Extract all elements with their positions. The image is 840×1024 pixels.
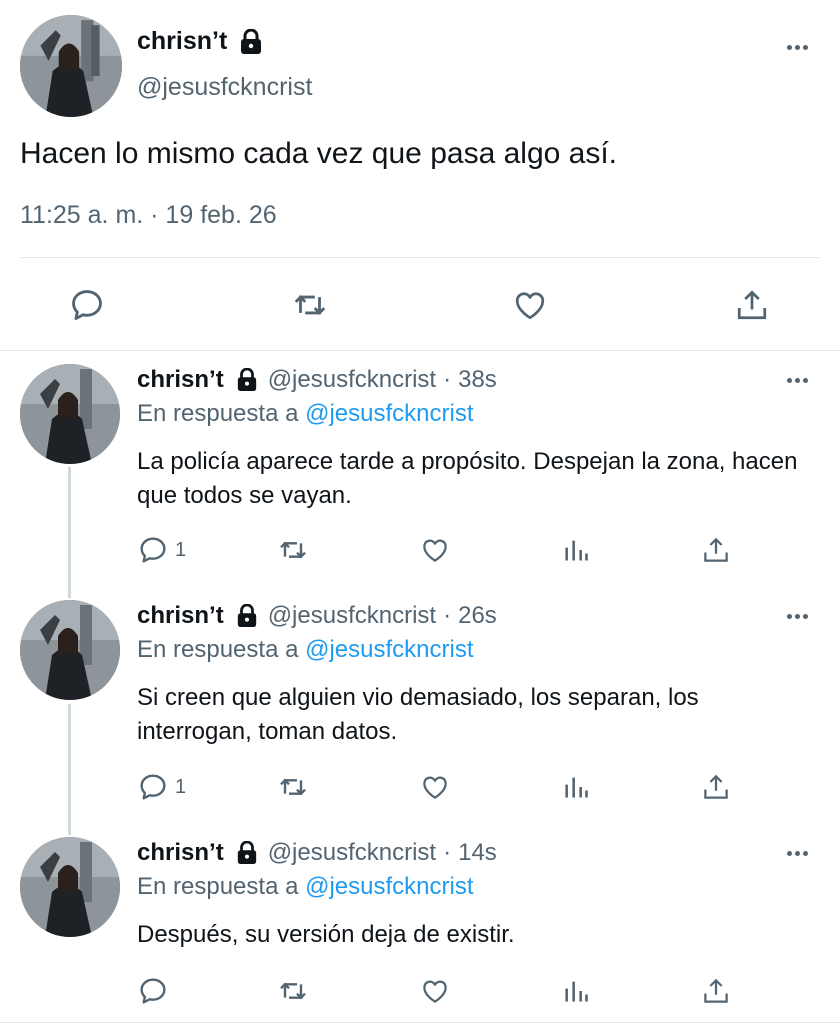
share-icon (704, 774, 728, 799)
reply-actions: 1 (137, 771, 757, 803)
share-icon (704, 978, 728, 1003)
thread-connector (68, 467, 71, 598)
reply-actions: 1 (137, 534, 757, 566)
lock-icon (236, 841, 258, 865)
retweet-icon (280, 778, 306, 796)
reply-icon (140, 774, 166, 800)
reply-avatar[interactable] (20, 837, 120, 937)
in-reply-to: En respuesta a @jesusfckncrist (137, 400, 474, 428)
in-reply-handle-link[interactable]: @jesusfckncrist (305, 636, 473, 663)
in-reply-prefix: En respuesta a (137, 873, 299, 900)
like-icon (423, 539, 447, 562)
reply-actions (137, 975, 757, 1007)
share-button[interactable] (732, 285, 772, 325)
more-options-icon[interactable] (787, 851, 808, 856)
more-options-icon[interactable] (787, 614, 808, 619)
reply-icon (140, 537, 166, 563)
like-icon (423, 776, 447, 799)
divider (20, 257, 820, 258)
avatar-image (20, 15, 122, 117)
reply-display-name[interactable]: chrisn’t (137, 602, 224, 630)
main-avatar[interactable] (20, 15, 122, 117)
reply-count: 1 (175, 775, 187, 798)
views-button[interactable] (562, 975, 590, 1007)
retweet-icon (294, 295, 326, 315)
reply-button[interactable]: 1 (137, 534, 186, 566)
avatar-image (20, 364, 120, 464)
main-timestamp[interactable]: 11:25 a. m. · 19 feb. 26 (20, 201, 277, 230)
share-button[interactable] (701, 771, 731, 803)
in-reply-prefix: En respuesta a (137, 636, 299, 663)
more-options-icon[interactable] (787, 378, 808, 383)
reply-icon (140, 978, 166, 1004)
retweet-icon (280, 541, 306, 559)
separator-dot: · (443, 366, 452, 393)
lock-icon (236, 368, 258, 392)
like-icon (515, 292, 545, 320)
main-display-name[interactable]: chrisn’t (137, 27, 263, 56)
reply-text: La policía aparece tarde a propósito. De… (137, 448, 798, 509)
retweet-button[interactable] (276, 771, 310, 803)
reply-time[interactable]: 38s (458, 366, 497, 394)
reply-button[interactable] (67, 285, 107, 325)
reply-display-name[interactable]: chrisn’t (137, 366, 224, 394)
like-button[interactable] (419, 975, 451, 1007)
reply-button[interactable]: 1 (137, 771, 186, 803)
share-icon (737, 290, 767, 320)
share-button[interactable] (701, 534, 731, 566)
views-icon (565, 981, 588, 1002)
display-name-text: chrisn’t (137, 27, 228, 55)
reply-header: chrisn’t @jesusfckncrist · 14s (137, 839, 497, 867)
views-icon (565, 540, 588, 561)
like-button[interactable] (419, 534, 451, 566)
avatar-image (20, 600, 120, 700)
reply-handle[interactable]: @jesusfckncrist (268, 602, 436, 630)
reply-avatar[interactable] (20, 364, 120, 464)
thread-connector (68, 704, 71, 835)
reply-text: Después, su versión deja de existir. (137, 921, 515, 948)
reply-button[interactable] (137, 975, 175, 1007)
reply-handle[interactable]: @jesusfckncrist (268, 839, 436, 867)
lock-icon (241, 28, 262, 54)
in-reply-handle-link[interactable]: @jesusfckncrist (305, 400, 473, 427)
in-reply-to: En respuesta a @jesusfckncrist (137, 636, 474, 664)
reply-text: Si creen que alguien vio demasiado, los … (137, 684, 699, 745)
retweet-button[interactable] (276, 975, 310, 1007)
separator-dot: · (443, 602, 452, 629)
views-button[interactable] (562, 771, 590, 803)
retweet-icon (280, 982, 306, 1000)
separator-dot: · (443, 839, 452, 866)
views-icon (565, 777, 588, 798)
lock-icon (236, 604, 258, 628)
retweet-button[interactable] (290, 285, 330, 325)
main-handle[interactable]: @jesusfckncrist (137, 73, 312, 102)
reply-icon (72, 290, 102, 320)
section-divider (0, 350, 840, 351)
reply-handle[interactable]: @jesusfckncrist (268, 366, 436, 394)
reply-time[interactable]: 26s (458, 602, 497, 630)
in-reply-to: En respuesta a @jesusfckncrist (137, 873, 474, 901)
in-reply-prefix: En respuesta a (137, 400, 299, 427)
reply-header: chrisn’t @jesusfckncrist · 38s (137, 366, 497, 394)
more-options-icon[interactable] (787, 45, 808, 50)
reply-display-name[interactable]: chrisn’t (137, 839, 224, 867)
share-icon (704, 537, 728, 562)
retweet-button[interactable] (276, 534, 310, 566)
main-tweet-text: Hacen lo mismo cada vez que pasa algo as… (20, 137, 617, 170)
views-button[interactable] (562, 534, 590, 566)
share-button[interactable] (701, 975, 731, 1007)
like-icon (423, 980, 447, 1003)
bottom-divider (0, 1022, 840, 1023)
reply-time[interactable]: 14s (458, 839, 497, 867)
like-button[interactable] (510, 285, 550, 325)
like-button[interactable] (419, 771, 451, 803)
reply-count: 1 (175, 538, 187, 561)
in-reply-handle-link[interactable]: @jesusfckncrist (305, 873, 473, 900)
reply-avatar[interactable] (20, 600, 120, 700)
avatar-image (20, 837, 120, 937)
reply-header: chrisn’t @jesusfckncrist · 26s (137, 602, 497, 630)
